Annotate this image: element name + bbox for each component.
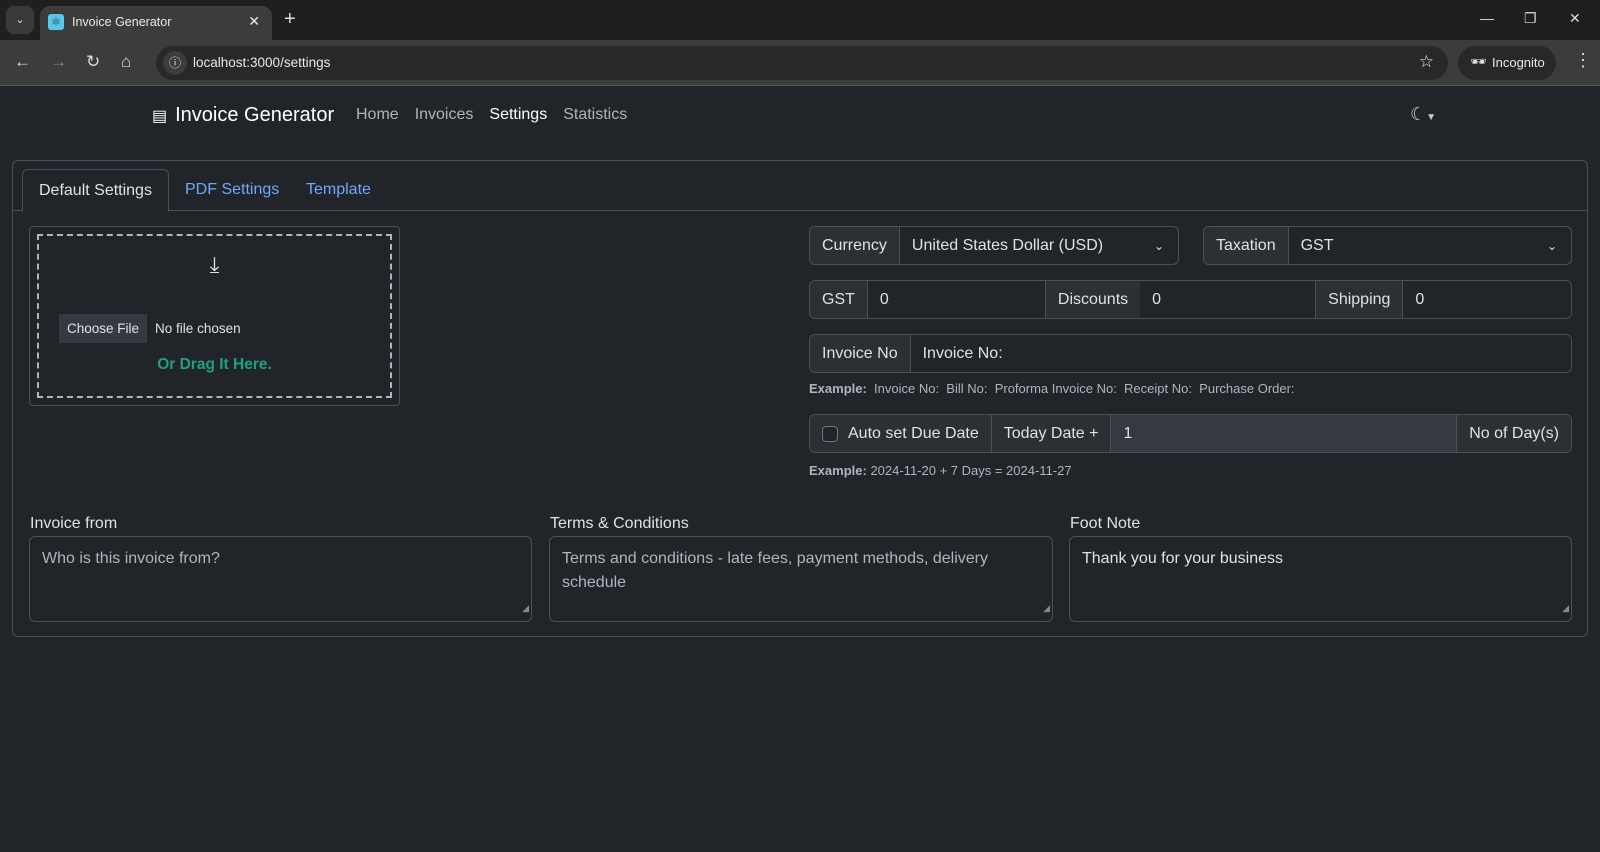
footnote-value: Thank you for your business xyxy=(1082,550,1283,567)
browser-tab[interactable]: ⚛ Invoice Generator ✕ xyxy=(40,6,272,40)
nav-statistics[interactable]: Statistics xyxy=(563,106,627,124)
taxation-group: Taxation GST ⌄ xyxy=(1203,226,1572,265)
chevron-down-icon: ⌄ xyxy=(1153,238,1164,253)
invoice-no-group: Invoice No Invoice No: xyxy=(809,334,1572,373)
due-days-input[interactable]: 1 xyxy=(1111,415,1457,452)
terms-label: Terms & Conditions xyxy=(550,515,689,532)
due-date-example: Example: 2024-11-20 + 7 Days = 2024-11-2… xyxy=(809,463,1072,478)
due-date-group: Auto set Due Date Today Date + 1 No of D… xyxy=(809,414,1572,453)
taxation-select[interactable]: GST xyxy=(1288,227,1547,264)
main-nav: Home Invoices Settings Statistics xyxy=(356,106,627,124)
tab-pdf-settings[interactable]: PDF Settings xyxy=(169,169,295,211)
discounts-input[interactable]: 0 xyxy=(1140,281,1317,318)
example-text: Invoice No: Bill No: Proforma Invoice No… xyxy=(874,381,1295,396)
resize-handle-icon[interactable]: ◢ xyxy=(1562,596,1569,620)
resize-handle-icon[interactable]: ◢ xyxy=(522,596,529,620)
example-text: 2024-11-20 + 7 Days = 2024-11-27 xyxy=(870,463,1072,478)
navbar-brand[interactable]: ▤ Invoice Generator xyxy=(152,104,334,127)
logo-upload[interactable]: ⤓ Choose File No file chosen Or Drag It … xyxy=(29,226,400,406)
currency-label: Currency xyxy=(810,227,900,264)
new-tab-button[interactable]: + xyxy=(284,8,296,31)
browser-toolbar: ← → ↻ ⌂ ⓘ localhost:3000/settings ☆ 🕶 In… xyxy=(0,40,1600,86)
footnote-textarea[interactable]: Thank you for your business ◢ xyxy=(1069,536,1572,622)
caret-down-icon: ▼ xyxy=(1426,112,1437,123)
reload-icon[interactable]: ↻ xyxy=(86,52,100,72)
resize-handle-icon[interactable]: ◢ xyxy=(1043,596,1050,620)
invoice-no-label: Invoice No xyxy=(810,335,911,372)
close-tab-icon[interactable]: ✕ xyxy=(248,13,260,30)
nav-settings[interactable]: Settings xyxy=(489,106,547,124)
minimize-icon[interactable]: — xyxy=(1480,10,1494,26)
incognito-label: Incognito xyxy=(1492,55,1545,70)
invoice-from-label: Invoice from xyxy=(30,515,118,532)
file-status: No file chosen xyxy=(155,321,241,336)
auto-due-date-label: Auto set Due Date xyxy=(848,424,979,442)
invoice-no-input[interactable]: Invoice No: xyxy=(910,335,1571,372)
site-info-icon[interactable]: ⓘ xyxy=(163,51,187,75)
choose-file-button[interactable]: Choose File xyxy=(59,314,148,343)
forward-icon[interactable]: → xyxy=(50,52,67,72)
home-icon[interactable]: ⌂ xyxy=(121,52,131,72)
settings-card: Default Settings PDF Settings Template ⤓… xyxy=(12,160,1588,637)
nav-invoices[interactable]: Invoices xyxy=(415,106,474,124)
drop-zone[interactable]: ⤓ Choose File No file chosen Or Drag It … xyxy=(37,234,392,398)
example-label: Example: xyxy=(809,463,867,478)
download-icon: ⤓ xyxy=(209,252,220,277)
receipt-icon: ▤ xyxy=(152,107,168,125)
address-bar[interactable]: ⓘ localhost:3000/settings ☆ xyxy=(156,46,1448,80)
brand-text: Invoice Generator xyxy=(175,104,335,126)
example-label: Example: xyxy=(809,381,867,396)
terms-placeholder: Terms and conditions - late fees, paymen… xyxy=(562,550,988,591)
footnote-label: Foot Note xyxy=(1070,515,1141,532)
shipping-input[interactable]: 0 xyxy=(1403,281,1571,318)
url-text: localhost:3000/settings xyxy=(193,55,331,70)
days-label: No of Day(s) xyxy=(1456,415,1571,452)
tab-search-button[interactable]: ⌄ xyxy=(6,6,34,34)
currency-select[interactable]: United States Dollar (USD) xyxy=(899,227,1154,264)
react-favicon-icon: ⚛ xyxy=(48,14,64,30)
chevron-down-icon: ⌄ xyxy=(1546,238,1557,253)
settings-tabs: Default Settings PDF Settings Template xyxy=(13,161,1587,212)
terms-textarea[interactable]: Terms and conditions - late fees, paymen… xyxy=(549,536,1053,622)
gst-label: GST xyxy=(810,281,868,318)
invoice-from-textarea[interactable]: Who is this invoice from? ◢ xyxy=(29,536,532,622)
restore-icon[interactable]: ❐ xyxy=(1524,10,1537,27)
tab-template[interactable]: Template xyxy=(290,169,387,211)
theme-toggle[interactable]: ☾▼ xyxy=(1410,104,1436,125)
browser-tab-title: Invoice Generator xyxy=(72,15,172,29)
incognito-button[interactable]: 🕶 Incognito xyxy=(1458,46,1556,80)
auto-due-date-checkbox[interactable] xyxy=(822,425,838,442)
auto-due-date-toggle[interactable]: Auto set Due Date xyxy=(810,415,992,452)
discounts-label: Discounts xyxy=(1044,281,1141,318)
shipping-label: Shipping xyxy=(1316,281,1404,318)
taxation-label: Taxation xyxy=(1204,227,1289,264)
browser-menu-icon[interactable]: ⋮ xyxy=(1574,50,1592,71)
bookmark-star-icon[interactable]: ☆ xyxy=(1419,52,1434,72)
today-date-label: Today Date + xyxy=(991,415,1112,452)
drag-hint: Or Drag It Here. xyxy=(157,356,272,373)
browser-tabstrip: ⌄ ⚛ Invoice Generator ✕ + — ❐ ✕ xyxy=(0,0,1600,40)
gst-input[interactable]: 0 xyxy=(867,281,1045,318)
tab-default-settings[interactable]: Default Settings xyxy=(22,169,169,212)
currency-group: Currency United States Dollar (USD) ⌄ xyxy=(809,226,1179,265)
charges-group: GST 0 Discounts 0 Shipping 0 xyxy=(809,280,1572,319)
back-icon[interactable]: ← xyxy=(14,52,31,72)
incognito-icon: 🕶 xyxy=(1470,54,1487,69)
close-window-icon[interactable]: ✕ xyxy=(1569,10,1581,27)
nav-home[interactable]: Home xyxy=(356,106,399,124)
invoice-from-placeholder: Who is this invoice from? xyxy=(42,550,220,567)
moon-icon: ☾ xyxy=(1410,104,1427,124)
invoice-no-example: Example: Invoice No: Bill No: Proforma I… xyxy=(809,381,1295,396)
